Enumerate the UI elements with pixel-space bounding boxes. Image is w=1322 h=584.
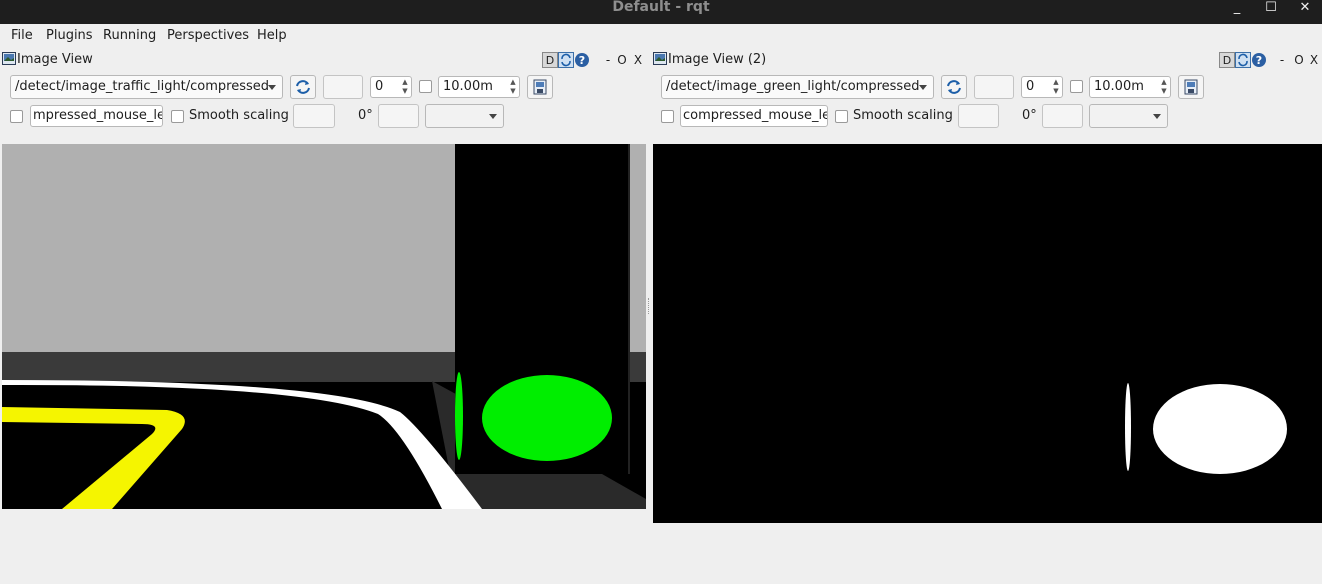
panel-2-mouse-checkbox[interactable] <box>661 110 674 123</box>
panel-2-timeout-checkbox[interactable] <box>1070 80 1083 93</box>
svg-text:?: ? <box>579 54 585 67</box>
panel-2-title: Image View (2) <box>668 52 767 67</box>
panel-1-mouse-checkbox[interactable] <box>10 110 23 123</box>
panel-2-mouse-topic-input[interactable]: compressed_mouse_left <box>680 105 828 127</box>
panel-2-rotation-label: 0° <box>1022 108 1037 123</box>
panel-1-timeout-checkbox[interactable] <box>419 80 432 93</box>
panel-2-close-button[interactable]: X <box>1306 52 1322 68</box>
panel-1-refresh-button[interactable] <box>290 75 316 99</box>
panel-1-smooth-checkbox[interactable] <box>171 110 184 123</box>
panel-1-color-scheme-select[interactable] <box>425 104 504 128</box>
panel-1-close-button[interactable]: X <box>630 52 646 68</box>
menu-running[interactable]: Running <box>103 28 156 43</box>
chevron-down-icon <box>268 85 276 90</box>
panel-1-topic-value: /detect/image_traffic_light/compressed <box>15 79 270 94</box>
spin-down-icon[interactable]: ▼ <box>1052 87 1060 95</box>
panel-2-smooth-label: Smooth scaling <box>853 108 953 123</box>
spin-down-icon[interactable]: ▼ <box>509 87 517 95</box>
spin-up-icon[interactable]: ▲ <box>401 78 409 86</box>
refresh-icon <box>296 80 310 94</box>
panel-1-float-button[interactable]: O <box>614 52 630 68</box>
panel-1-empty-field[interactable] <box>323 75 363 99</box>
panel-2-empty-field[interactable] <box>974 75 1014 99</box>
panel-1-rotate-left-button[interactable] <box>293 104 335 128</box>
panel-1-spinbox[interactable]: 0 ▲ ▼ <box>370 76 412 98</box>
chevron-down-icon <box>1153 114 1161 119</box>
spin-down-icon[interactable]: ▼ <box>401 87 409 95</box>
panel-2-rotate-left-button[interactable] <box>958 104 999 128</box>
panel-2-topic-value: /detect/image_green_light/compressed <box>666 79 920 94</box>
close-button[interactable]: ✕ <box>1294 0 1316 16</box>
chevron-down-icon <box>919 85 927 90</box>
panel-2-float-button[interactable]: O <box>1291 52 1307 68</box>
panel-1-save-button[interactable] <box>527 75 553 99</box>
panel-1-topic-select[interactable]: /detect/image_traffic_light/compressed <box>10 75 283 99</box>
menu-file[interactable]: File <box>11 28 33 43</box>
panel-2-timeout-spinbox[interactable]: 10.00m ▲ ▼ <box>1089 76 1171 98</box>
maximize-button[interactable]: ☐ <box>1260 0 1282 16</box>
traffic-light-camera-image <box>2 144 646 509</box>
svg-text:?: ? <box>1256 54 1262 67</box>
spin-down-icon[interactable]: ▼ <box>1160 87 1168 95</box>
panel-2-rotate-right-button[interactable] <box>1042 104 1083 128</box>
spin-up-icon[interactable]: ▲ <box>1052 78 1060 86</box>
minimize-button[interactable]: _ <box>1226 0 1248 16</box>
panel-1-dock-d-button[interactable]: D <box>542 52 558 68</box>
image-view-icon <box>2 52 16 65</box>
panel-1-rotation-label: 0° <box>358 108 373 123</box>
panel-2-spinbox[interactable]: 0 ▲ ▼ <box>1021 76 1063 98</box>
panel-2-color-scheme-select[interactable] <box>1089 104 1168 128</box>
window-titlebar: Default - rqt _ ☐ ✕ <box>0 0 1322 24</box>
panel-2-header: Image View (2) <box>653 51 853 69</box>
refresh-icon <box>947 80 961 94</box>
save-image-icon <box>1184 79 1198 95</box>
panel-2-topic-select[interactable]: /detect/image_green_light/compressed <box>661 75 934 99</box>
help-icon[interactable]: ? <box>574 52 590 68</box>
spin-up-icon[interactable]: ▲ <box>1160 78 1168 86</box>
spin-up-icon[interactable]: ▲ <box>509 78 517 86</box>
image-view-icon <box>653 52 667 65</box>
panel-2-dock-buttons: D ? - O X <box>1219 52 1322 68</box>
window-title: Default - rqt <box>612 0 710 15</box>
menu-bar: File Plugins Running Perspectives Help <box>0 24 1322 46</box>
help-icon[interactable]: ? <box>1251 52 1267 68</box>
panel-1-smooth-label: Smooth scaling <box>189 108 289 123</box>
panel-1-mouse-topic-input[interactable]: mpressed_mouse_left <box>30 105 163 127</box>
reload-icon[interactable] <box>558 52 574 68</box>
splitter-handle[interactable] <box>648 298 650 314</box>
panel-2-dock-d-button[interactable]: D <box>1219 52 1235 68</box>
save-image-icon <box>533 79 547 95</box>
green-light-mask-image <box>653 144 1322 523</box>
panel-1-header: Image View <box>2 51 202 69</box>
panel-1-image[interactable] <box>2 144 646 509</box>
panel-2-refresh-button[interactable] <box>941 75 967 99</box>
menu-help[interactable]: Help <box>257 28 287 43</box>
chevron-down-icon <box>489 114 497 119</box>
reload-icon[interactable] <box>1235 52 1251 68</box>
menu-plugins[interactable]: Plugins <box>46 28 93 43</box>
panel-2-smooth-checkbox[interactable] <box>835 110 848 123</box>
panel-1-timeout-spinbox[interactable]: 10.00m ▲ ▼ <box>438 76 520 98</box>
menu-perspectives[interactable]: Perspectives <box>167 28 249 43</box>
panel-2-image[interactable] <box>653 144 1322 523</box>
panel-1-title: Image View <box>17 52 93 67</box>
panel-1-rotate-right-button[interactable] <box>378 104 419 128</box>
panel-2-save-button[interactable] <box>1178 75 1204 99</box>
panel-1-dock-buttons: D ? - O X <box>542 52 646 68</box>
